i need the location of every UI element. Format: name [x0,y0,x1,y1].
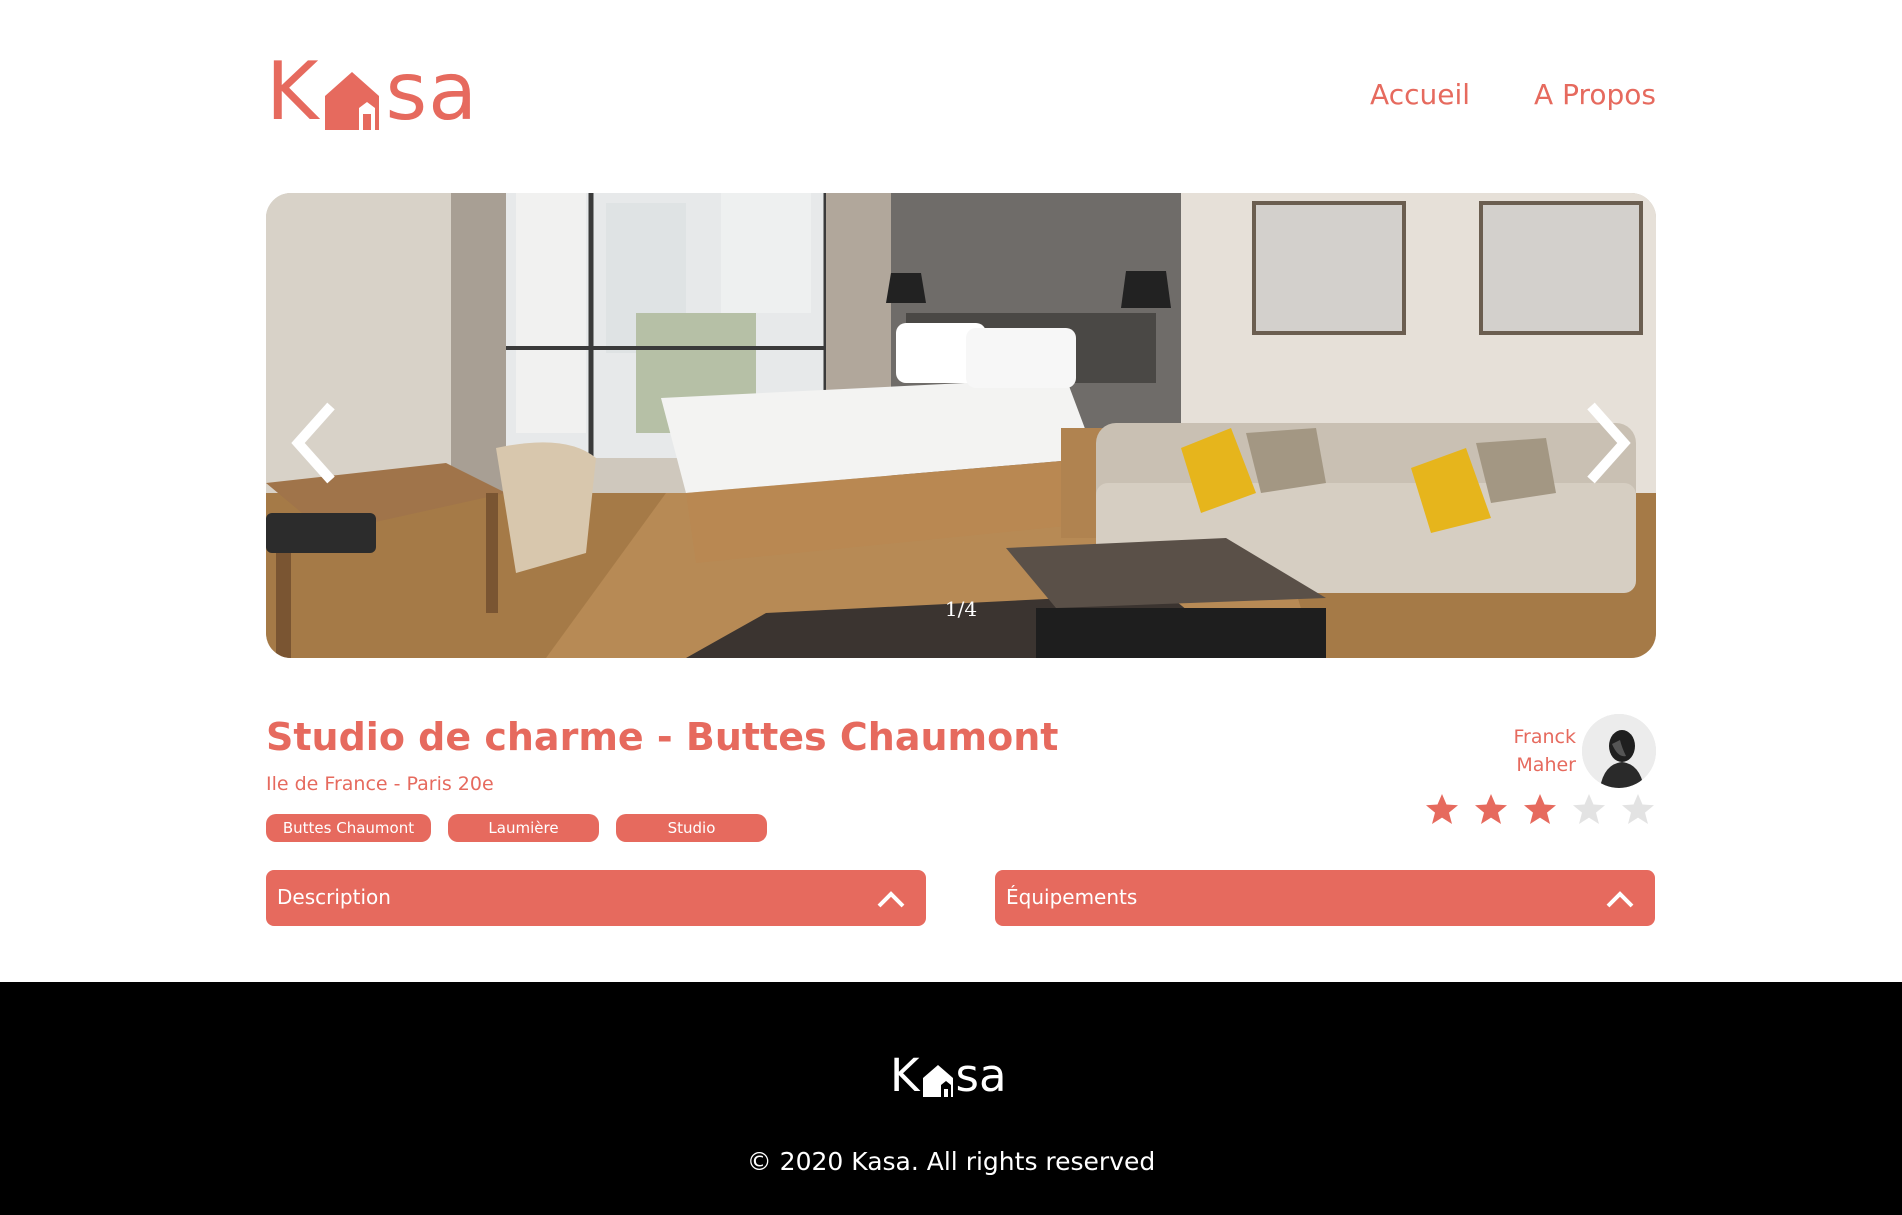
slideshow: 1/4 [266,193,1656,658]
star-icon [1573,794,1605,824]
equipments-collapse[interactable]: Équipements [995,870,1655,926]
listing-location: Ile de France - Paris 20e [266,773,494,795]
star-icon [1622,794,1654,824]
house-icon [922,1065,953,1097]
tag: Studio [616,814,767,842]
nav-link-accueil[interactable]: Accueil [1370,78,1470,111]
footer-logo: K sa [890,1052,1007,1098]
slide-counter: 1/4 [944,597,978,621]
collapse-title: Description [277,885,391,909]
tag-list: Buttes Chaumont Laumière Studio [266,814,767,842]
listing-title: Studio de charme - Buttes Chaumont [266,715,1059,759]
logo-letters-sa: sa [385,45,479,138]
chevron-left-icon[interactable] [286,398,346,488]
footer-logo-letter-k: K [890,1049,920,1102]
kasa-logo[interactable]: K sa [266,50,478,132]
footer: K sa © 2020 Kasa. All rights reserved [0,982,1902,1215]
tag: Laumière [448,814,599,842]
host-last-name: Maher [1516,754,1576,776]
logo-letter-k: K [266,45,320,138]
house-icon [325,72,380,130]
header: K sa Accueil A Propos [266,50,1656,140]
collapse-title: Équipements [1006,885,1138,909]
footer-logo-letters-sa: sa [955,1049,1007,1102]
chevron-right-icon[interactable] [1576,398,1636,488]
rating-stars [1424,792,1656,826]
description-collapse[interactable]: Description [266,870,926,926]
host-info: Franck Maher [1514,714,1656,788]
host-name: Franck Maher [1514,723,1577,779]
nav-link-a-propos[interactable]: A Propos [1534,78,1656,111]
tag: Buttes Chaumont [266,814,431,842]
host-first-name: Franck [1513,726,1577,748]
main-nav: Accueil A Propos [1370,78,1656,111]
star-icon [1475,794,1507,824]
star-icon [1524,794,1556,824]
copyright-text: © 2020 Kasa. All rights reserved [746,1147,1156,1176]
avatar [1582,714,1656,788]
chevron-up-icon[interactable] [1605,886,1635,910]
chevron-up-icon[interactable] [876,886,906,910]
slide-image [266,193,1656,658]
star-icon [1426,794,1458,824]
